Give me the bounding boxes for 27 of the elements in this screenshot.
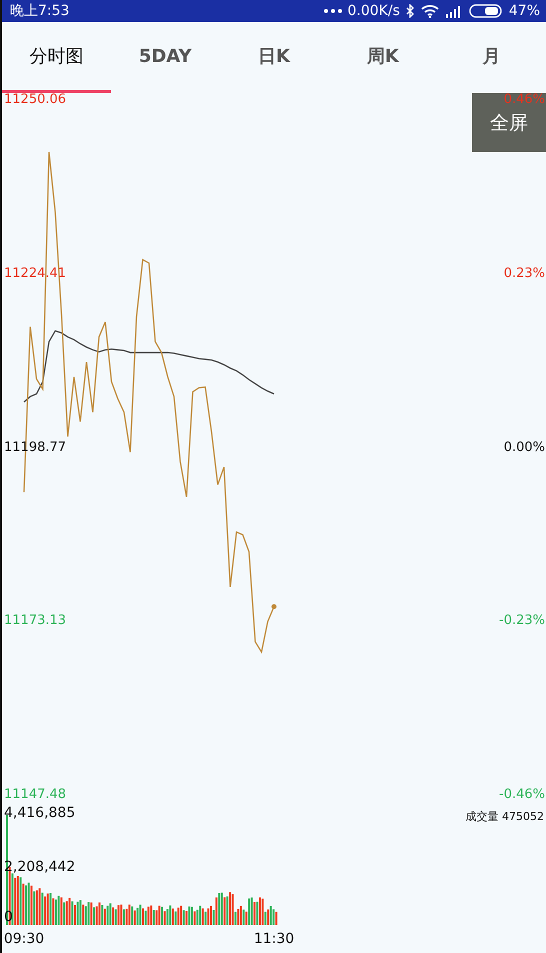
- chart-tab[interactable]: 5DAY: [110, 22, 220, 93]
- price-label: 11147.48: [4, 787, 66, 803]
- volume-label: 0: [4, 909, 14, 925]
- wifi-icon: [420, 4, 439, 18]
- more-dots-icon: [324, 9, 342, 14]
- percent-label: -0.23%: [499, 613, 545, 630]
- chart-tab[interactable]: 月: [437, 22, 546, 93]
- price-label: 11250.06: [4, 92, 66, 108]
- volume-total: 成交量 475052: [466, 809, 545, 824]
- chart-tab[interactable]: 分时图: [2, 22, 111, 93]
- volume-max-label: 4,416,885: [4, 805, 76, 821]
- battery-icon: [468, 4, 503, 18]
- clock: 晚上7:53: [10, 2, 70, 20]
- percent-label: 0.46%: [504, 92, 545, 108]
- time-label: 09:30: [4, 931, 44, 947]
- percent-label: -0.46%: [499, 787, 545, 803]
- network-speed: 0.00K/s: [348, 3, 400, 20]
- bluetooth-icon: [406, 4, 415, 18]
- time-label: 11:30: [254, 931, 294, 947]
- percent-label: 0.00%: [504, 440, 545, 456]
- battery-percent: 47%: [508, 3, 540, 20]
- price-label: 11173.13: [4, 613, 66, 630]
- last-price-dot: [272, 604, 276, 609]
- chart-tab[interactable]: 周K: [328, 22, 438, 93]
- chart-tab[interactable]: 日K: [220, 22, 328, 93]
- signal-icon: [444, 4, 463, 18]
- percent-label: 0.23%: [504, 266, 545, 282]
